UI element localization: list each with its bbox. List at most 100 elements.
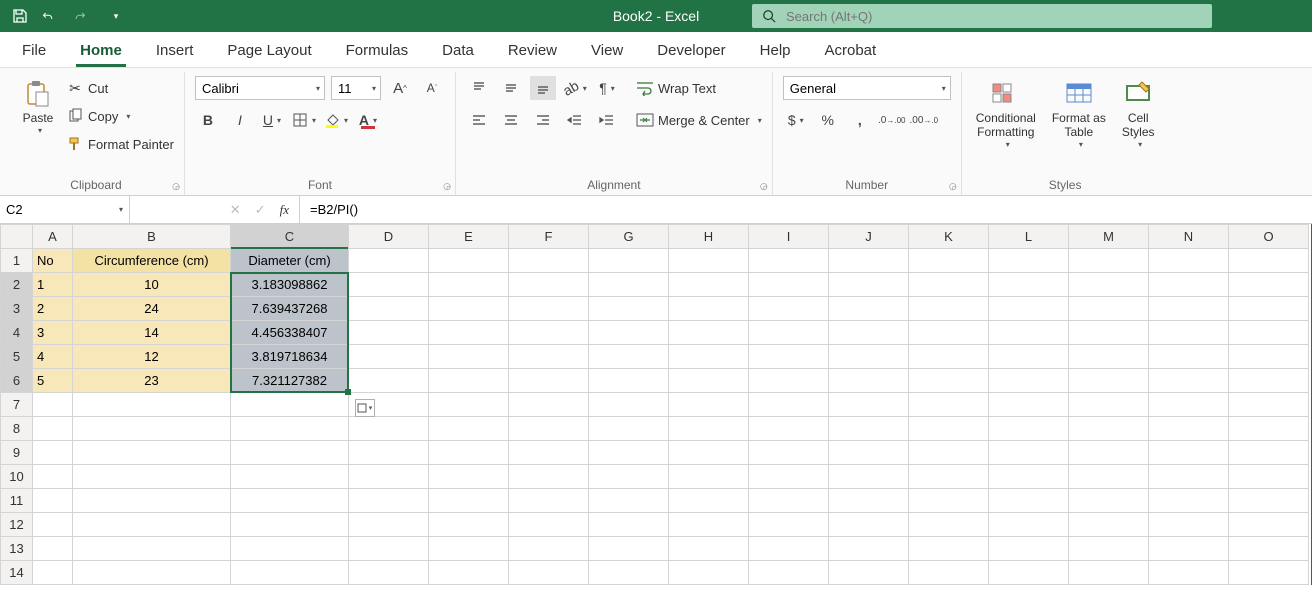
cell[interactable] bbox=[1229, 345, 1309, 369]
column-header[interactable]: N bbox=[1149, 225, 1229, 249]
cell[interactable] bbox=[909, 393, 989, 417]
cell[interactable] bbox=[989, 345, 1069, 369]
cell[interactable] bbox=[669, 321, 749, 345]
cell[interactable] bbox=[349, 441, 429, 465]
increase-decimal-button[interactable]: .0→.00 bbox=[879, 108, 905, 132]
cell[interactable] bbox=[1149, 369, 1229, 393]
row-header[interactable]: 1 bbox=[1, 249, 33, 273]
cell[interactable] bbox=[509, 561, 589, 585]
tab-file[interactable]: File bbox=[18, 36, 50, 67]
cell[interactable] bbox=[909, 273, 989, 297]
tab-home[interactable]: Home bbox=[76, 36, 126, 67]
cell[interactable]: 23 bbox=[73, 369, 231, 393]
cell[interactable] bbox=[429, 393, 509, 417]
cell-styles-button[interactable]: Cell Styles bbox=[1118, 76, 1159, 151]
font-launcher-icon[interactable]: ◶ bbox=[443, 181, 451, 192]
cell[interactable]: 3 bbox=[33, 321, 73, 345]
cell[interactable] bbox=[909, 417, 989, 441]
cell[interactable] bbox=[429, 321, 509, 345]
cell[interactable] bbox=[829, 537, 909, 561]
orientation-button[interactable]: ab bbox=[562, 76, 588, 100]
decrease-decimal-button[interactable]: .00→.0 bbox=[911, 108, 937, 132]
cell[interactable] bbox=[1149, 249, 1229, 273]
cell[interactable] bbox=[509, 513, 589, 537]
cell[interactable]: 14 bbox=[73, 321, 231, 345]
comma-format-button[interactable]: , bbox=[847, 108, 873, 132]
cell[interactable] bbox=[1149, 273, 1229, 297]
cell[interactable] bbox=[33, 489, 73, 513]
cell[interactable] bbox=[231, 537, 349, 561]
cell[interactable] bbox=[909, 249, 989, 273]
cell[interactable] bbox=[909, 345, 989, 369]
format-as-table-button[interactable]: Format as Table bbox=[1048, 76, 1110, 151]
cell[interactable] bbox=[989, 417, 1069, 441]
column-header[interactable]: C bbox=[231, 225, 349, 249]
cell[interactable] bbox=[909, 537, 989, 561]
cell[interactable] bbox=[33, 393, 73, 417]
cell[interactable] bbox=[429, 273, 509, 297]
save-icon[interactable] bbox=[10, 6, 30, 26]
cell[interactable] bbox=[33, 537, 73, 561]
cell[interactable] bbox=[1149, 345, 1229, 369]
enter-formula-icon[interactable]: ✓ bbox=[255, 202, 266, 218]
bold-button[interactable]: B bbox=[195, 108, 221, 132]
tab-page-layout[interactable]: Page Layout bbox=[223, 36, 315, 67]
cell[interactable] bbox=[73, 561, 231, 585]
cell[interactable] bbox=[231, 441, 349, 465]
column-header[interactable]: F bbox=[509, 225, 589, 249]
cell[interactable] bbox=[749, 465, 829, 489]
row-header[interactable]: 6 bbox=[1, 369, 33, 393]
cell[interactable] bbox=[1149, 297, 1229, 321]
cell[interactable] bbox=[1229, 369, 1309, 393]
row-header[interactable]: 5 bbox=[1, 345, 33, 369]
cell[interactable] bbox=[749, 441, 829, 465]
column-header[interactable]: O bbox=[1229, 225, 1309, 249]
cell[interactable] bbox=[33, 465, 73, 489]
increase-indent-button[interactable] bbox=[594, 108, 620, 132]
cell[interactable]: No bbox=[33, 249, 73, 273]
cell[interactable] bbox=[829, 345, 909, 369]
cell[interactable] bbox=[349, 465, 429, 489]
cell[interactable] bbox=[231, 465, 349, 489]
redo-button[interactable] bbox=[74, 6, 94, 26]
cell[interactable] bbox=[1069, 537, 1149, 561]
cell[interactable]: 7.321127382 bbox=[231, 369, 349, 393]
cell[interactable] bbox=[509, 297, 589, 321]
cell[interactable] bbox=[829, 321, 909, 345]
cell[interactable] bbox=[1149, 393, 1229, 417]
column-header[interactable]: A bbox=[33, 225, 73, 249]
search-input[interactable] bbox=[786, 9, 1202, 24]
cell[interactable] bbox=[669, 249, 749, 273]
cell[interactable] bbox=[231, 393, 349, 417]
cell[interactable] bbox=[989, 297, 1069, 321]
cell[interactable] bbox=[1229, 393, 1309, 417]
italic-button[interactable]: I bbox=[227, 108, 253, 132]
autofill-options-button[interactable] bbox=[355, 399, 375, 417]
cell[interactable] bbox=[1149, 441, 1229, 465]
cell[interactable] bbox=[829, 441, 909, 465]
cell[interactable] bbox=[509, 417, 589, 441]
cell[interactable] bbox=[33, 441, 73, 465]
cell[interactable] bbox=[909, 369, 989, 393]
cell[interactable] bbox=[829, 393, 909, 417]
cell[interactable] bbox=[589, 561, 669, 585]
cell[interactable] bbox=[33, 417, 73, 441]
row-header[interactable]: 13 bbox=[1, 537, 33, 561]
cell[interactable] bbox=[349, 297, 429, 321]
cell[interactable] bbox=[1229, 273, 1309, 297]
cancel-formula-icon[interactable]: ✕ bbox=[230, 202, 241, 218]
column-header[interactable]: G bbox=[589, 225, 669, 249]
cell[interactable] bbox=[429, 465, 509, 489]
fill-color-button[interactable] bbox=[323, 108, 349, 132]
cell[interactable] bbox=[989, 249, 1069, 273]
cell[interactable] bbox=[509, 489, 589, 513]
cell[interactable] bbox=[589, 273, 669, 297]
cell[interactable] bbox=[989, 513, 1069, 537]
cell[interactable] bbox=[231, 489, 349, 513]
cell[interactable] bbox=[33, 513, 73, 537]
row-header[interactable]: 14 bbox=[1, 561, 33, 585]
select-all-corner[interactable] bbox=[1, 225, 33, 249]
cell[interactable] bbox=[1069, 417, 1149, 441]
cell[interactable] bbox=[1149, 465, 1229, 489]
cell[interactable] bbox=[669, 369, 749, 393]
